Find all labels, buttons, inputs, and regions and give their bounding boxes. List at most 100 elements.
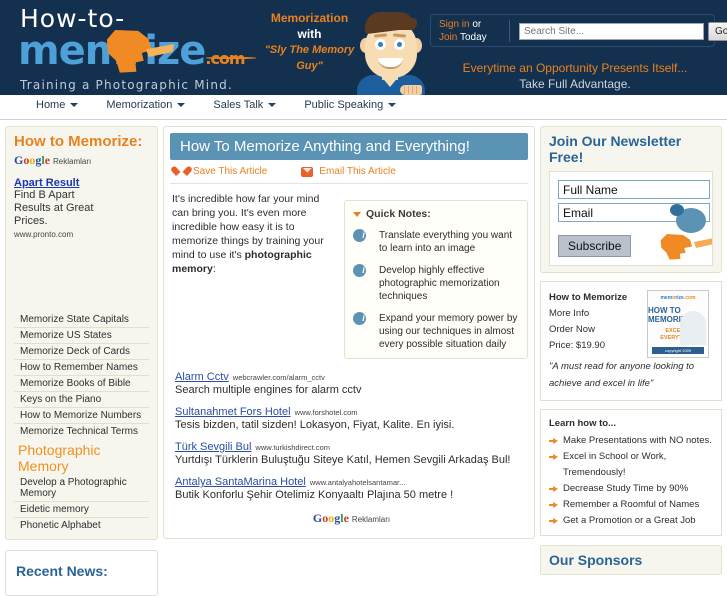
mascot-avatar	[356, 12, 426, 95]
list-item[interactable]: Memorize US States	[14, 328, 149, 344]
sign-in-link[interactable]: Sign in	[439, 19, 470, 30]
ad-title-link[interactable]: Türk Sevgili Bul	[175, 441, 251, 453]
ad-url: www.pronto.com	[14, 230, 74, 239]
nav-items: Home Memorization Sales Talk Public Spea…	[22, 99, 410, 111]
memo-tag-line3: "Sly The Memory Guy"	[264, 44, 355, 72]
article-paragraph: It's incredible how far your mind can br…	[170, 192, 344, 359]
list-item[interactable]: Memorize State Capitals	[14, 312, 149, 328]
site-header: How-to- memrize.com Training a Photograp…	[0, 0, 727, 95]
ad-url: www.forshotel.com	[294, 408, 358, 417]
learn-item[interactable]: Decrease Study Time by 90%	[549, 481, 713, 497]
google-ads-label: Reklamları	[53, 157, 92, 166]
header-slogan: Everytime an Opportunity Presents Itself…	[430, 60, 720, 92]
ad-item: Alarm Cctv webcrawler.com/alarm_cctv Sear…	[175, 371, 528, 397]
quick-note-item: i Develop highly effective photographic …	[353, 264, 519, 303]
info-icon: i	[353, 229, 366, 242]
recent-news-panel: Recent News:	[5, 550, 158, 596]
left-panel-title: How to Memorize:	[14, 133, 143, 150]
cover-silhouette	[680, 311, 706, 345]
left-panel: How to Memorize: Google Reklamları Apart …	[5, 126, 158, 540]
ad-description: Butik Konforlu Şehir Otelimiz Konyaaltı …	[175, 489, 454, 501]
ad-title-link[interactable]: Apart Result	[14, 177, 149, 189]
join-today-text: Today	[457, 32, 487, 43]
nav-item-sales-talk[interactable]: Sales Talk	[199, 99, 290, 111]
nav-item-memorization[interactable]: Memorization	[92, 99, 199, 111]
slogan-line2: Take Full Advantage.	[519, 77, 631, 91]
list-item[interactable]: How to Memorize Numbers	[14, 408, 149, 424]
learn-item[interactable]: Make Presentations with NO notes.	[549, 433, 713, 449]
book-title: How to Memorize	[549, 292, 628, 303]
chevron-down-icon	[70, 103, 79, 107]
google-logo: Google	[312, 511, 349, 525]
mail-icon	[301, 166, 314, 177]
ad-url: www.antalyahotelsantamar...	[309, 478, 406, 487]
book-info: How to Memorize More Info Order Now Pric…	[549, 290, 641, 358]
search-input[interactable]	[519, 23, 704, 40]
account-links[interactable]: Sign in or Join Today	[439, 18, 501, 44]
arrow-right-icon	[549, 517, 558, 526]
full-name-input[interactable]	[558, 180, 710, 199]
list-item[interactable]: Develop a Photographic Memory	[14, 475, 149, 502]
mascot-hand	[400, 85, 422, 95]
info-icon: i	[353, 264, 366, 277]
signin-or-text: or	[469, 19, 482, 30]
ad-item: Türk Sevgili Bul www.turkishdirect.com Yu…	[175, 441, 528, 467]
quick-note-text: Expand your memory power by using our te…	[379, 313, 518, 350]
nav-item-public-speaking[interactable]: Public Speaking	[290, 99, 410, 111]
nav-item-home[interactable]: Home	[22, 99, 92, 111]
ad-title-link[interactable]: Alarm Cctv	[175, 371, 229, 383]
ad-url: www.turkishdirect.com	[255, 443, 331, 452]
head-silhouette-icon	[660, 234, 692, 260]
list-item[interactable]: How to Remember Names	[14, 360, 149, 376]
quick-notes-header[interactable]: Quick Notes:	[353, 208, 519, 220]
search-go-button[interactable]: Go	[708, 22, 727, 41]
book-order-now-link[interactable]: Order Now	[549, 322, 641, 338]
book-more-info-link[interactable]: More Info	[549, 306, 641, 322]
list-item[interactable]: Memorize Books of Bible	[14, 376, 149, 392]
google-ads-label: Reklamları	[351, 515, 391, 524]
divider	[509, 20, 510, 42]
article-text-part2: :	[212, 263, 216, 275]
article-ads-list: Alarm Cctv webcrawler.com/alarm_cctv Sear…	[170, 371, 528, 526]
learn-item[interactable]: Excel in School or Work, Tremendously!	[549, 449, 713, 481]
ad-description: Tesis bizden, tatil sizden! Lokasyon, Fi…	[175, 419, 455, 431]
join-link[interactable]: Join	[439, 32, 457, 43]
article-toolbar: Save This Article Email This Article	[170, 160, 528, 184]
list-item[interactable]: Keys on the Piano	[14, 392, 149, 408]
list-item[interactable]: Memorize Deck of Cards	[14, 344, 149, 360]
book-cover-image: memorize.com HOW TO MEMORIZE EXCEL IN EV…	[647, 290, 709, 358]
list-item[interactable]: Memorize Technical Terms	[14, 424, 149, 439]
quick-note-item: i Expand your memory power by using our …	[353, 312, 519, 351]
learn-item[interactable]: Get a Promotion or a Great Job	[549, 513, 713, 529]
arrow-right-icon	[549, 501, 558, 510]
head-ear-icon	[694, 238, 712, 248]
email-article-link[interactable]: Email This Article	[319, 166, 396, 177]
list-item[interactable]: Phonetic Alphabet	[14, 518, 149, 533]
logo-tagline: Training a Photographic Mind.	[20, 78, 233, 92]
learn-item-label: Remember a Roomful of Names	[563, 499, 700, 510]
arrow-right-icon	[549, 437, 558, 446]
list-item[interactable]: Eidetic memory	[14, 502, 149, 518]
site-logo[interactable]: How-to- memrize.com Training a Photograp…	[10, 6, 260, 92]
mascot-pupil-right	[397, 42, 402, 47]
logo-underline	[206, 57, 256, 59]
quick-notes-box: Quick Notes: i Translate everything you …	[344, 200, 528, 359]
left-sidebar: How to Memorize: Google Reklamları Apart …	[5, 126, 158, 596]
page-body: How to Memorize: Google Reklamları Apart …	[0, 120, 727, 596]
sponsors-panel: Our Sponsors	[540, 545, 722, 575]
save-article-link[interactable]: Save This Article	[193, 166, 267, 177]
learn-item[interactable]: Remember a Roomful of Names	[549, 497, 713, 513]
ad-title-link[interactable]: Antalya SantaMarina Hotel	[175, 476, 306, 488]
nav-label: Sales Talk	[213, 99, 264, 111]
subscribe-button[interactable]: Subscribe	[558, 235, 632, 257]
arrow-right-icon	[549, 453, 558, 462]
cover-copyright: copyright 2009	[652, 347, 704, 354]
ad-title-link[interactable]: Sultanahmet Fors Hotel	[175, 406, 291, 418]
book-quote: "A must read for anyone looking to achie…	[549, 361, 695, 389]
quick-note-text: Develop highly effective photographic me…	[379, 265, 500, 302]
logo-line-memorize: memrize.com	[10, 30, 260, 78]
left-link-list-2: Develop a Photographic Memory Eidetic me…	[14, 475, 149, 533]
main-article-column: How To Memorize Anything and Everything!…	[163, 126, 535, 539]
book-row: How to Memorize More Info Order Now Pric…	[549, 290, 713, 358]
arrow-right-icon	[549, 485, 558, 494]
